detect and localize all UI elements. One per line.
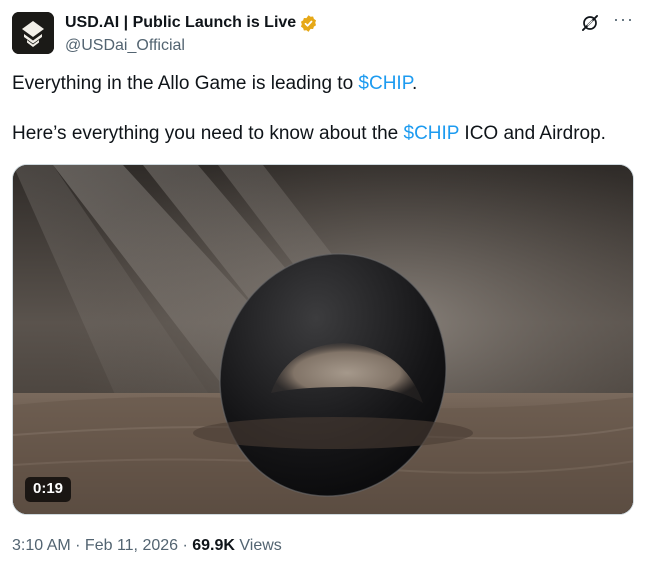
author-block: USD.AI | Public Launch is Live @USDai_Of… [65,13,318,56]
cashtag-link[interactable]: $CHIP [404,123,460,144]
views-count[interactable]: 69.9K [192,537,235,554]
tweet-line-2: Here’s everything you need to know about… [12,121,638,147]
handle[interactable]: @USDai_Official [65,36,318,56]
tweet-text-segment: . [411,73,418,94]
avatar[interactable] [12,12,54,54]
views-label: Views [234,537,282,554]
tweet-line-1: Everything in the Allo Game is leading t… [12,71,638,97]
tweet-date[interactable]: Feb 11, 2026 [85,537,178,554]
more-icon[interactable]: ··· [613,10,634,28]
display-name[interactable]: USD.AI | Public Launch is Live [65,13,296,33]
usdai-logo-icon [12,12,54,54]
tweet-time[interactable]: 3:10 AM [12,537,71,554]
tweet-text-segment: Everything in the Allo Game is leading t… [12,73,359,94]
video-player[interactable]: 0:19 [12,164,634,515]
cashtag-link[interactable]: $CHIP [358,73,412,94]
video-thumbnail [13,165,633,514]
top-actions: ··· [579,10,634,34]
grok-icon[interactable] [579,12,601,34]
tweet-text-segment: ICO and Airdrop. [459,123,606,144]
tweet-card: USD.AI | Public Launch is Live @USDai_Of… [0,0,650,570]
video-duration-badge: 0:19 [25,477,72,502]
tweet-meta: 3:10 AM · Feb 11, 2026 · 69.9K Views [12,536,282,556]
tweet-text-segment: Here’s everything you need to know about… [12,123,404,144]
verified-badge-icon[interactable] [299,14,318,33]
tweet-text: Everything in the Allo Game is leading t… [12,71,638,147]
meta-separator: · [178,537,193,554]
display-name-row: USD.AI | Public Launch is Live [65,13,318,33]
meta-separator: · [70,537,85,554]
